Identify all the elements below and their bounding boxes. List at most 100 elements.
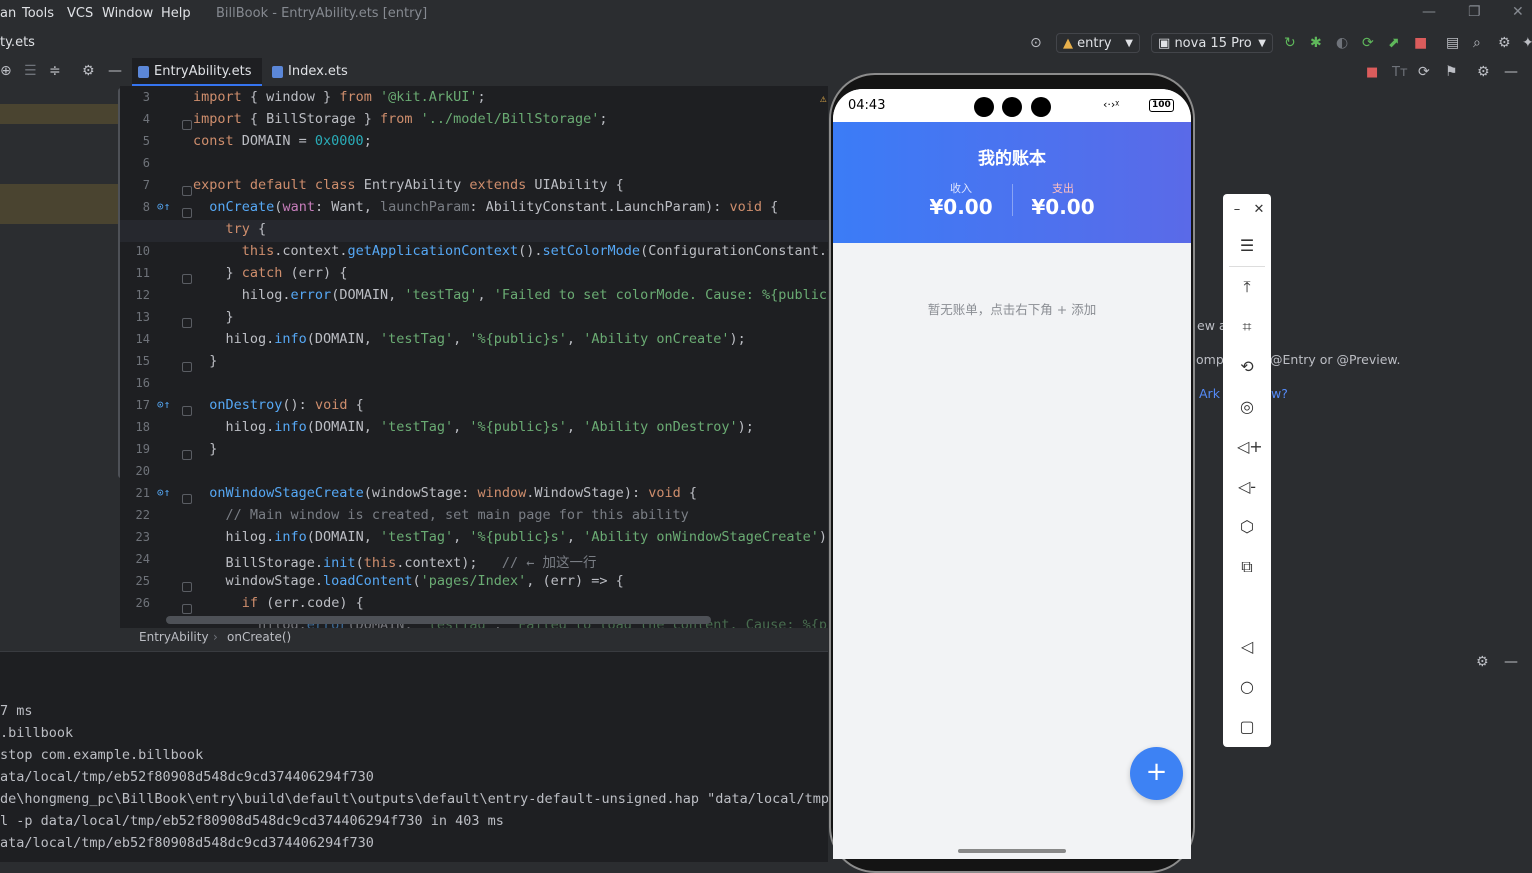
- line-number: 11: [135, 266, 150, 280]
- add-bill-button[interactable]: +: [1130, 747, 1183, 800]
- breadcrumb-class[interactable]: EntryAbility: [139, 630, 209, 644]
- horizontal-scrollbar[interactable]: [166, 616, 711, 624]
- debug-icon[interactable]: ✱: [1310, 35, 1322, 51]
- camera-icon: [1031, 97, 1051, 117]
- fold-marker-icon[interactable]: [182, 406, 192, 416]
- menu-help[interactable]: Help: [161, 6, 191, 21]
- close-emulator-icon[interactable]: ✕: [1249, 200, 1269, 220]
- locate-file-icon[interactable]: ⊕: [0, 63, 12, 79]
- rerun-icon[interactable]: ↻: [1284, 35, 1296, 51]
- module-selector[interactable]: ▲ entry ▼: [1056, 33, 1140, 53]
- minimize-emulator-icon[interactable]: –: [1227, 200, 1247, 220]
- collapse-all-icon[interactable]: ≑: [49, 63, 61, 79]
- device-selector[interactable]: ▣ nova 15 Pro ▼: [1151, 33, 1273, 53]
- fold-marker-icon[interactable]: [182, 120, 192, 130]
- preview-help-link[interactable]: w?: [1271, 386, 1288, 401]
- console-line: ata/local/tmp/eb52f80908d548dc9cd3744062…: [0, 769, 374, 785]
- code-editor[interactable]: 3 4 5 6 7 8 9 10 11 12 13 14 15 16 17 18…: [120, 86, 828, 628]
- phone-status-bar: 04:43 ‹·›ᵡ 100: [833, 89, 1191, 122]
- refresh-icon[interactable]: ⟳: [1418, 64, 1430, 80]
- project-selection-highlight: [0, 104, 120, 124]
- override-marker-icon[interactable]: ⊙↑: [157, 486, 170, 499]
- fold-marker-icon[interactable]: [182, 274, 192, 284]
- apply-changes-icon[interactable]: ⟳: [1362, 35, 1374, 51]
- crop-screenshot-icon[interactable]: ⌗: [1237, 317, 1257, 337]
- line-number: 26: [135, 596, 150, 610]
- minimize-icon[interactable]: —: [1422, 4, 1436, 20]
- hide-panel-icon[interactable]: —: [108, 63, 122, 79]
- project-panel: [0, 86, 124, 628]
- inspector-icon[interactable]: ⚑: [1445, 64, 1458, 80]
- settings-icon[interactable]: ⚙: [1498, 35, 1511, 51]
- preview-help-link[interactable]: Ark: [1199, 386, 1220, 401]
- attach-debugger-icon[interactable]: ⬈: [1388, 35, 1400, 51]
- gear-icon[interactable]: ⚙: [82, 63, 95, 79]
- stop-preview-icon[interactable]: ■: [1366, 65, 1378, 80]
- expand-all-icon[interactable]: ☰: [24, 63, 37, 79]
- line-number: 21: [135, 486, 150, 500]
- fold-marker-icon[interactable]: [182, 450, 192, 460]
- fold-marker-icon[interactable]: [182, 604, 192, 614]
- profile-icon[interactable]: ◐: [1336, 35, 1348, 51]
- run-console: 7 ms .billbook stop com.example.billbook…: [0, 651, 845, 862]
- power-icon[interactable]: ◎: [1237, 397, 1257, 417]
- override-marker-icon[interactable]: ⊙↑: [157, 200, 170, 213]
- code-line: }: [193, 441, 218, 457]
- fold-marker-icon[interactable]: [182, 362, 192, 372]
- volume-up-icon[interactable]: ◁+: [1237, 437, 1263, 457]
- menu-icon[interactable]: ☰: [1237, 236, 1257, 256]
- line-number: 17: [135, 398, 150, 412]
- menu-vcs[interactable]: VCS: [67, 6, 93, 21]
- line-number: 14: [135, 332, 150, 346]
- device-manager-icon[interactable]: ▤: [1446, 35, 1459, 51]
- text-size-icon[interactable]: Tт: [1392, 65, 1408, 80]
- menu-run[interactable]: an: [0, 6, 16, 21]
- module-label: entry: [1077, 36, 1112, 51]
- gear-icon[interactable]: ⚙: [1477, 64, 1490, 80]
- menu-tools[interactable]: Tools: [22, 6, 54, 21]
- window-title: BillBook - EntryAbility.ets [entry]: [216, 6, 428, 21]
- override-marker-icon[interactable]: ⊙↑: [157, 398, 170, 411]
- line-gutter: 3 4 5 6 7 8 9 10 11 12 13 14 15 16 17 18…: [120, 86, 150, 628]
- fold-marker-icon[interactable]: [182, 186, 192, 196]
- shake-icon[interactable]: ⬡: [1237, 517, 1257, 537]
- rotate-icon[interactable]: ⟲: [1237, 357, 1257, 377]
- back-icon[interactable]: ◁: [1237, 637, 1257, 657]
- multi-device-icon[interactable]: ⧉: [1237, 557, 1257, 577]
- volume-down-icon[interactable]: ◁-: [1237, 477, 1257, 497]
- fold-marker-icon[interactable]: [182, 494, 192, 504]
- hide-panel-icon[interactable]: —: [1504, 64, 1518, 80]
- fold-marker-icon[interactable]: [182, 582, 192, 592]
- line-number: 23: [135, 530, 150, 544]
- pin-top-icon[interactable]: ⤒: [1237, 277, 1257, 297]
- hide-panel-icon[interactable]: —: [1504, 654, 1518, 670]
- file-breadcrumb: ty.ets: [0, 35, 35, 50]
- console-line: .billbook: [0, 725, 74, 741]
- menu-window[interactable]: Window: [102, 6, 153, 21]
- home-indicator[interactable]: [958, 849, 1066, 853]
- fold-marker-icon[interactable]: [182, 318, 192, 328]
- gear-icon[interactable]: ⚙: [1476, 654, 1489, 670]
- camera-icon: [974, 97, 994, 117]
- breadcrumb-method[interactable]: onCreate(): [227, 630, 291, 644]
- close-window-icon[interactable]: ✕: [1512, 4, 1524, 20]
- warning-icon[interactable]: ⚠: [820, 92, 827, 105]
- line-number: 16: [135, 376, 150, 390]
- tab-entryability[interactable]: EntryAbility.ets ✕: [132, 58, 262, 107]
- fold-marker-icon[interactable]: [182, 208, 192, 218]
- tab-index[interactable]: Index.ets ✕: [266, 58, 366, 107]
- locate-icon[interactable]: ⊙: [1030, 35, 1042, 51]
- income-label: 收入: [950, 182, 972, 195]
- chevron-down-icon: ▼: [1258, 38, 1266, 49]
- code-line: this.context.getApplicationContext().set…: [241, 243, 828, 259]
- emulator-screen[interactable]: 04:43 ‹·›ᵡ 100 我的账本 收入 ¥0.00 支出 ¥0.00 暂无…: [833, 89, 1191, 859]
- search-icon[interactable]: ⌕: [1473, 35, 1481, 51]
- home-icon[interactable]: ○: [1237, 677, 1257, 697]
- camera-icon: [1002, 97, 1022, 117]
- stop-icon[interactable]: ■: [1414, 35, 1427, 51]
- restore-icon[interactable]: ❐: [1468, 4, 1481, 20]
- agent-icon[interactable]: ✦: [1522, 35, 1532, 51]
- plus-icon: +: [1145, 757, 1168, 787]
- code-line: hilog.info(DOMAIN, 'testTag', '%{public}…: [193, 529, 829, 545]
- recent-apps-icon[interactable]: ▢: [1237, 717, 1257, 737]
